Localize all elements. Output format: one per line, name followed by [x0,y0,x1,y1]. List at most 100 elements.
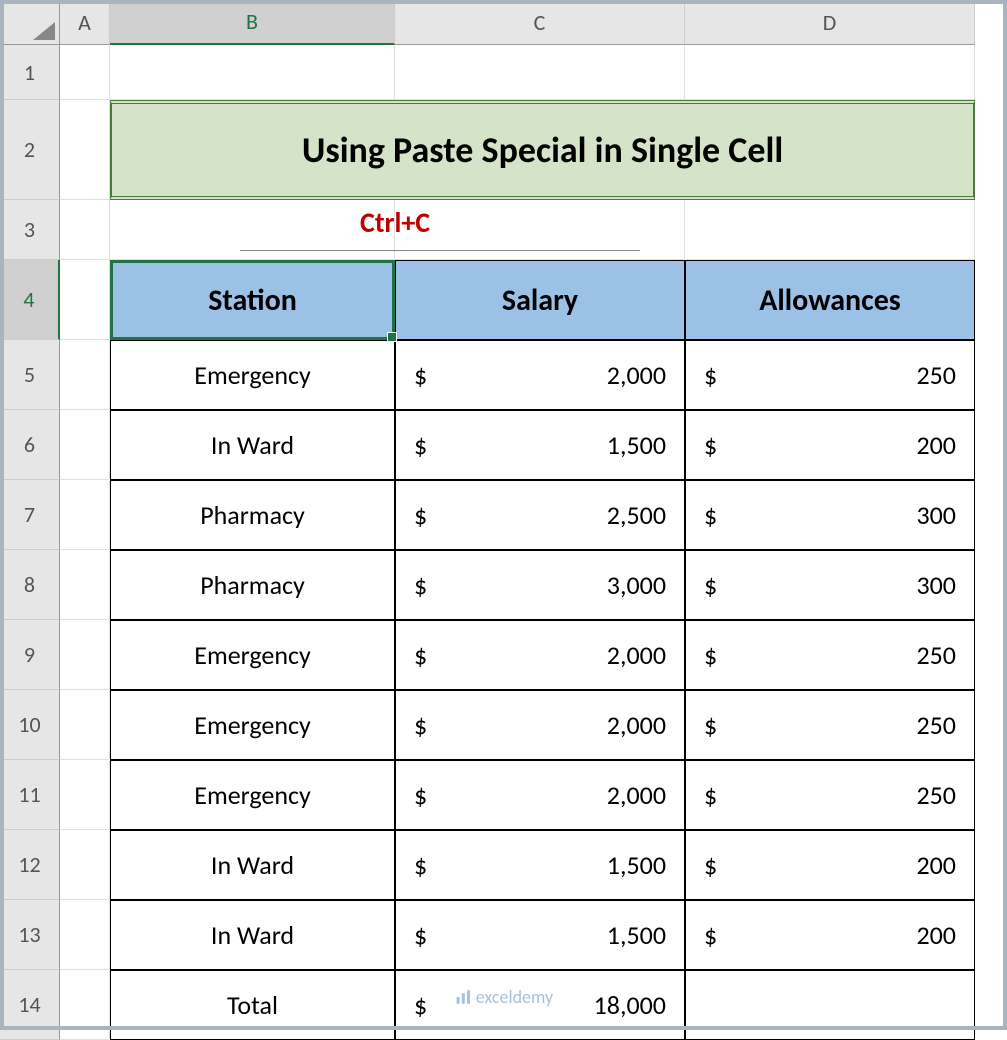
table-row-station[interactable]: In Ward [110,900,395,970]
row-header-1[interactable]: 1 [0,45,60,100]
col-header-a[interactable]: A [60,0,110,45]
chart-icon [454,988,472,1006]
header-salary[interactable]: Salary [395,260,685,340]
table-row-station[interactable]: In Ward [110,830,395,900]
row-header-10[interactable]: 10 [0,690,60,760]
value: 18,000 [594,989,666,1021]
cell-a7[interactable] [60,480,110,550]
cell-a4[interactable] [60,260,110,340]
cell-c1[interactable] [395,45,685,100]
table-row-allowance[interactable]: $200 [685,410,975,480]
currency-symbol: $ [414,849,427,881]
table-row-station[interactable]: Emergency [110,620,395,690]
currency-symbol: $ [704,849,717,881]
cell-a5[interactable] [60,340,110,410]
currency-symbol: $ [414,359,427,391]
row-header-7[interactable]: 7 [0,480,60,550]
value: 250 [916,359,956,391]
table-row-salary[interactable]: $2,000 [395,340,685,410]
cell-a11[interactable] [60,760,110,830]
table-row-station[interactable]: Emergency [110,760,395,830]
row-header-4[interactable]: 4 [0,260,60,340]
currency-symbol: $ [414,429,427,461]
row-header-13[interactable]: 13 [0,900,60,970]
watermark-text: exceldemy [476,986,553,1008]
table-row-salary[interactable]: $2,500 [395,480,685,550]
row-header-2[interactable]: 2 [0,100,60,200]
row-header-12[interactable]: 12 [0,830,60,900]
currency-symbol: $ [414,639,427,671]
header-allowances[interactable]: Allowances [685,260,975,340]
table-row-allowance[interactable]: $250 [685,340,975,410]
row-header-11[interactable]: 11 [0,760,60,830]
value: 2,000 [607,639,666,671]
currency-symbol: $ [414,709,427,741]
row-header-6[interactable]: 6 [0,410,60,480]
currency-symbol: $ [414,989,427,1021]
shortcut-label: Ctrl+C [360,205,430,240]
cell-d3[interactable] [685,200,975,260]
table-row-allowance[interactable]: $250 [685,690,975,760]
col-header-d[interactable]: D [685,0,975,45]
table-row-station[interactable]: Emergency [110,340,395,410]
col-header-b[interactable]: B [110,0,395,45]
currency-symbol: $ [704,569,717,601]
value: 250 [916,779,956,811]
table-row-station[interactable]: Pharmacy [110,480,395,550]
value: 1,500 [607,849,666,881]
table-row-allowance[interactable]: $250 [685,760,975,830]
table-row-salary[interactable]: $3,000 [395,550,685,620]
cell-a10[interactable] [60,690,110,760]
table-row-salary[interactable]: $2,000 [395,760,685,830]
cell-a3[interactable] [60,200,110,260]
table-row-salary[interactable]: $1,500 [395,410,685,480]
cell-a9[interactable] [60,620,110,690]
table-row-allowance[interactable]: $200 [685,830,975,900]
table-row-allowance[interactable]: $250 [685,620,975,690]
cell-b1[interactable] [110,45,395,100]
value: 2,000 [607,359,666,391]
row-header-5[interactable]: 5 [0,340,60,410]
currency-symbol: $ [414,569,427,601]
watermark: exceldemy [454,986,553,1008]
value: 1,500 [607,429,666,461]
value: 2,500 [607,499,666,531]
table-row-salary[interactable]: $2,000 [395,620,685,690]
table-row-salary[interactable]: $1,500 [395,830,685,900]
value: 300 [916,569,956,601]
value: 200 [916,849,956,881]
header-station[interactable]: Station [110,260,395,340]
table-row-station[interactable]: Emergency [110,690,395,760]
cell-d1[interactable] [685,45,975,100]
table-row-salary[interactable]: $1,500 [395,900,685,970]
value: 200 [916,429,956,461]
table-row-allowance[interactable]: $300 [685,480,975,550]
value: 2,000 [607,779,666,811]
cell-b3[interactable] [110,200,395,260]
page-title[interactable]: Using Paste Special in Single Cell [110,100,975,200]
col-header-c[interactable]: C [395,0,685,45]
table-row-station[interactable]: In Ward [110,410,395,480]
cell-a2[interactable] [60,100,110,200]
table-row-salary[interactable]: $2,000 [395,690,685,760]
table-row-allowance[interactable]: $300 [685,550,975,620]
cell-a12[interactable] [60,830,110,900]
row-header-3[interactable]: 3 [0,200,60,260]
select-all-corner[interactable] [0,0,60,45]
table-row-station[interactable]: Pharmacy [110,550,395,620]
row-header-9[interactable]: 9 [0,620,60,690]
value: 200 [916,919,956,951]
table-row-allowance[interactable]: $200 [685,900,975,970]
cell-a1[interactable] [60,45,110,100]
value: 250 [916,709,956,741]
cell-c3[interactable] [395,200,685,260]
value: 1,500 [607,919,666,951]
currency-symbol: $ [414,499,427,531]
currency-symbol: $ [704,709,717,741]
row-header-8[interactable]: 8 [0,550,60,620]
currency-symbol: $ [704,639,717,671]
cell-a13[interactable] [60,900,110,970]
value: 2,000 [607,709,666,741]
cell-a6[interactable] [60,410,110,480]
cell-a8[interactable] [60,550,110,620]
